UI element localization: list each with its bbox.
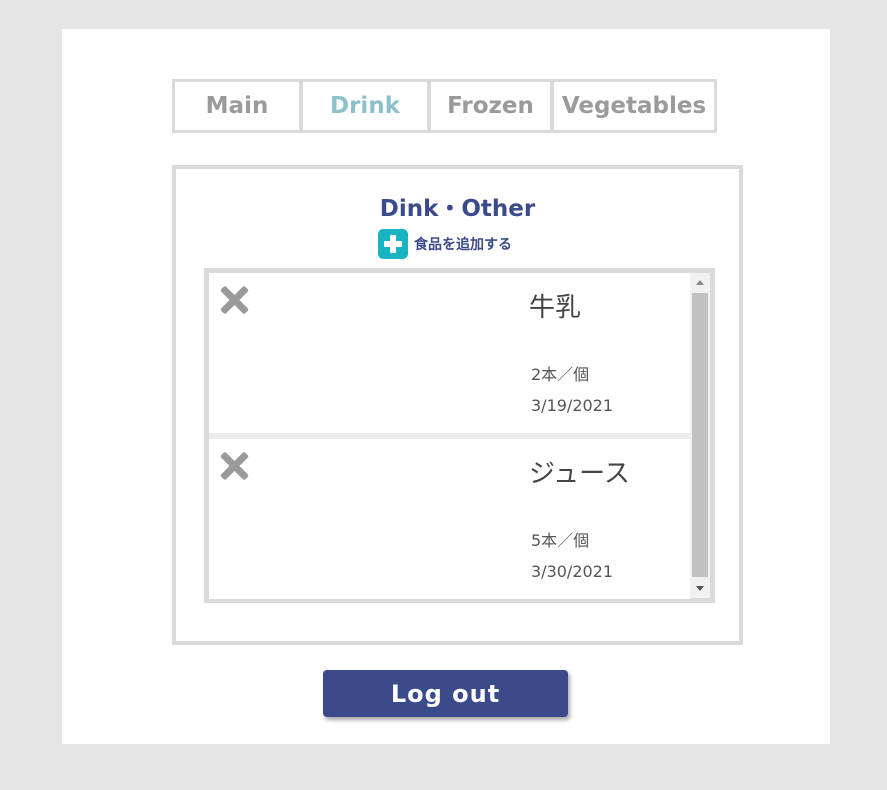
category-tabs: Main Drink Frozen Vegetables — [172, 79, 719, 133]
close-icon[interactable] — [219, 285, 249, 315]
item-quantity: 5本／個 — [531, 531, 590, 550]
scrollbar[interactable] — [690, 273, 710, 598]
tab-main[interactable]: Main — [172, 79, 302, 133]
scroll-up-arrow-icon[interactable] — [690, 273, 710, 291]
food-panel: Dink・Other 食品を追加する 牛乳 2本／個 3/19/2021 ジュー… — [172, 165, 743, 645]
item-date: 3/30/2021 — [531, 562, 614, 581]
tab-vegetables[interactable]: Vegetables — [551, 79, 717, 133]
add-food-button[interactable]: 食品を追加する — [378, 229, 512, 259]
logout-button[interactable]: Log out — [323, 670, 568, 717]
panel-title: Dink・Other — [379, 196, 536, 222]
add-food-label[interactable]: 食品を追加する — [414, 234, 512, 254]
tab-drink[interactable]: Drink — [300, 79, 430, 133]
list-item: ジュース 5本／個 3/30/2021 — [209, 439, 690, 599]
item-name: 牛乳 — [529, 293, 582, 323]
food-list: 牛乳 2本／個 3/19/2021 ジュース 5本／個 3/30/2021 — [204, 268, 715, 603]
close-icon[interactable] — [219, 451, 249, 481]
scroll-thumb[interactable] — [692, 293, 708, 577]
item-date: 3/19/2021 — [531, 396, 614, 415]
tab-frozen[interactable]: Frozen — [428, 79, 553, 133]
plus-icon[interactable] — [378, 229, 408, 259]
item-name: ジュース — [529, 459, 630, 489]
item-quantity: 2本／個 — [531, 365, 590, 384]
list-item: 牛乳 2本／個 3/19/2021 — [209, 273, 690, 433]
scroll-down-arrow-icon[interactable] — [690, 580, 710, 598]
